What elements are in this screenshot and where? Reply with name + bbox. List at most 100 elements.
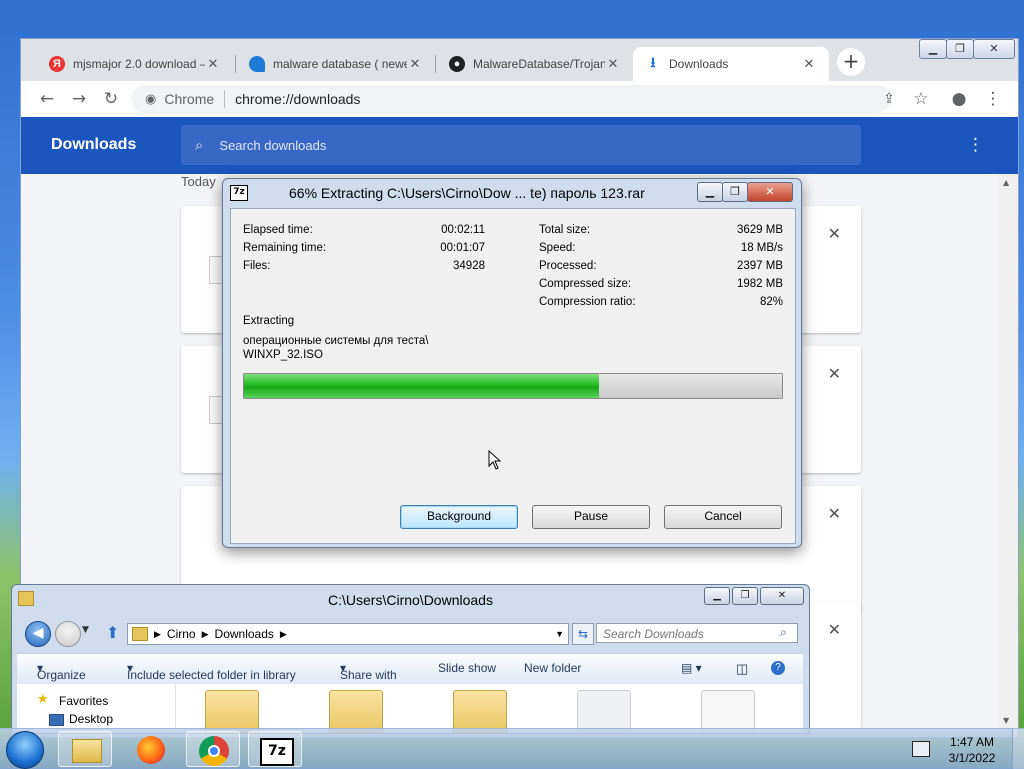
breadcrumb-cirno[interactable]: Cirno: [167, 627, 196, 641]
maximize-button[interactable]: ❐: [722, 182, 748, 202]
minimize-button[interactable]: ▁: [919, 39, 947, 59]
chrome-icon: [199, 736, 229, 766]
profile-icon[interactable]: ●: [949, 89, 969, 109]
elapsed-label: Elapsed time:: [243, 224, 313, 236]
forward-button[interactable]: →: [69, 89, 89, 109]
more-icon[interactable]: ⋮: [967, 135, 984, 155]
remove-icon[interactable]: ✕: [828, 224, 841, 243]
maximize-button[interactable]: ❐: [946, 39, 974, 59]
github-icon: ●: [449, 56, 465, 72]
share-with-button[interactable]: Share with ▾: [340, 661, 397, 682]
tab-malware-database[interactable]: malware database ( newe ✕: [237, 47, 435, 81]
address-bar[interactable]: ◉ Chrome chrome://downloads: [131, 85, 891, 113]
include-in-library-button[interactable]: Include selected folder in library ▾: [127, 661, 296, 682]
address-bar[interactable]: ▶ Cirno ▶ Downloads ▶ ▼: [127, 623, 569, 645]
new-tab-button[interactable]: +: [837, 48, 865, 76]
url-text: chrome://downloads: [235, 91, 361, 107]
remaining-label: Remaining time:: [243, 242, 327, 254]
page-title: Downloads: [51, 136, 137, 153]
mouse-cursor-icon: [488, 450, 502, 470]
up-arrow-icon[interactable]: ⬆: [106, 623, 119, 642]
clock[interactable]: 1:47 AM 3/1/2022: [936, 734, 1008, 766]
desktop-item[interactable]: Desktop: [69, 712, 113, 726]
organize-button[interactable]: Organize ▾: [37, 661, 86, 682]
remaining-value: 00:01:07: [440, 242, 485, 254]
taskbar-explorer[interactable]: [58, 731, 112, 767]
total-size-value: 3629 MB: [736, 224, 783, 236]
progress-bar: [243, 373, 783, 399]
preview-pane-icon[interactable]: ◫: [736, 661, 748, 677]
reload-button[interactable]: ↻: [101, 89, 121, 109]
slide-show-button[interactable]: Slide show: [438, 661, 496, 675]
back-button[interactable]: ←: [37, 89, 57, 109]
7zip-icon: 7z: [230, 185, 248, 201]
clock-date: 3/1/2022: [948, 751, 996, 765]
search-input[interactable]: ⌕ Search downloads: [181, 125, 861, 165]
command-bar: Organize ▾ Include selected folder in li…: [17, 653, 803, 685]
compressed-size-label: Compressed size:: [539, 278, 632, 290]
search-placeholder: Search downloads: [219, 137, 327, 153]
taskbar-chrome[interactable]: [186, 731, 240, 767]
remove-icon[interactable]: ✕: [828, 364, 841, 383]
tab-label: malware database ( newe: [273, 57, 407, 71]
scrollbar[interactable]: ▲ ▼: [998, 174, 1018, 729]
file-pane: ★ Favorites Desktop: [17, 684, 803, 733]
remove-icon[interactable]: ✕: [828, 620, 841, 639]
search-icon: ⌕: [195, 136, 204, 154]
close-button[interactable]: ✕: [760, 587, 804, 605]
pause-button[interactable]: Pause: [532, 505, 650, 529]
taskbar-7zip[interactable]: 7z: [248, 731, 302, 767]
download-icon: ⭳: [650, 54, 656, 70]
edge-icon: [249, 56, 265, 72]
tab-mjsmajor[interactable]: Я mjsmajor 2.0 download – ✕: [37, 47, 233, 81]
search-input[interactable]: Search Downloads: [596, 623, 798, 643]
help-icon[interactable]: ?: [771, 661, 785, 675]
taskbar-firefox[interactable]: [124, 731, 178, 767]
star-icon[interactable]: ☆: [911, 89, 931, 109]
menu-icon[interactable]: ⋮: [983, 89, 1003, 109]
close-icon[interactable]: ✕: [205, 56, 221, 72]
background-button[interactable]: Background: [400, 505, 518, 529]
new-folder-button[interactable]: New folder: [524, 661, 581, 675]
tab-downloads[interactable]: ⭳ Downloads ✕: [633, 47, 829, 81]
refresh-icon[interactable]: ⇆: [572, 623, 594, 645]
network-icon[interactable]: [912, 741, 930, 757]
compression-ratio-label: Compression ratio:: [539, 296, 636, 308]
start-button[interactable]: [6, 731, 44, 769]
dialog-title: 66% Extracting C:\Users\Cirno\Dow ... te…: [289, 185, 645, 201]
recent-pages-icon[interactable]: ▼: [82, 625, 89, 635]
dropdown-arrow-icon[interactable]: ▼: [555, 629, 564, 639]
close-icon[interactable]: ✕: [801, 56, 817, 72]
back-arrow-icon[interactable]: ◀: [25, 621, 51, 647]
status-text: Extracting: [243, 315, 295, 327]
maximize-button[interactable]: ❐: [732, 587, 758, 605]
view-options-icon[interactable]: ▤ ▾: [681, 661, 702, 675]
close-icon[interactable]: ✕: [407, 56, 423, 72]
dialog-body: Elapsed time: 00:02:11 Remaining time: 0…: [230, 208, 796, 544]
compression-ratio-value: 82%: [759, 296, 783, 308]
close-icon[interactable]: ✕: [605, 56, 621, 72]
progress-fill: [244, 374, 600, 398]
site-label: Chrome: [164, 91, 215, 107]
breadcrumb-downloads[interactable]: Downloads: [215, 627, 274, 641]
close-button[interactable]: ✕: [747, 182, 793, 202]
star-icon: ★: [37, 692, 49, 707]
forward-arrow-icon[interactable]: [55, 621, 81, 647]
close-window-button[interactable]: ✕: [973, 39, 1015, 59]
desktop-icon: [49, 714, 64, 726]
clock-time: 1:47 AM: [949, 735, 995, 749]
tab-github[interactable]: ● MalwareDatabase/Trojan ✕: [437, 47, 633, 81]
minimize-button[interactable]: ▁: [704, 587, 730, 605]
favorites-item[interactable]: Favorites: [59, 694, 108, 708]
yandex-icon: Я: [49, 56, 65, 72]
minimize-button[interactable]: ▁: [697, 182, 723, 202]
current-file: WINXP_32.ISO: [243, 349, 323, 361]
dialog-titlebar: 7z 66% Extracting C:\Users\Cirno\Dow ...…: [223, 179, 801, 207]
cancel-button[interactable]: Cancel: [664, 505, 782, 529]
remove-icon[interactable]: ✕: [828, 504, 841, 523]
elapsed-value: 00:02:11: [441, 224, 485, 236]
show-desktop-button[interactable]: [1012, 729, 1024, 769]
share-icon[interactable]: ⇪: [879, 89, 899, 109]
explorer-window: C:\Users\Cirno\Downloads ▁ ❐ ✕ ◀ ▼ ⬆ ▶ C…: [11, 584, 810, 734]
tab-strip: Я mjsmajor 2.0 download – ✕ malware data…: [21, 39, 1018, 81]
